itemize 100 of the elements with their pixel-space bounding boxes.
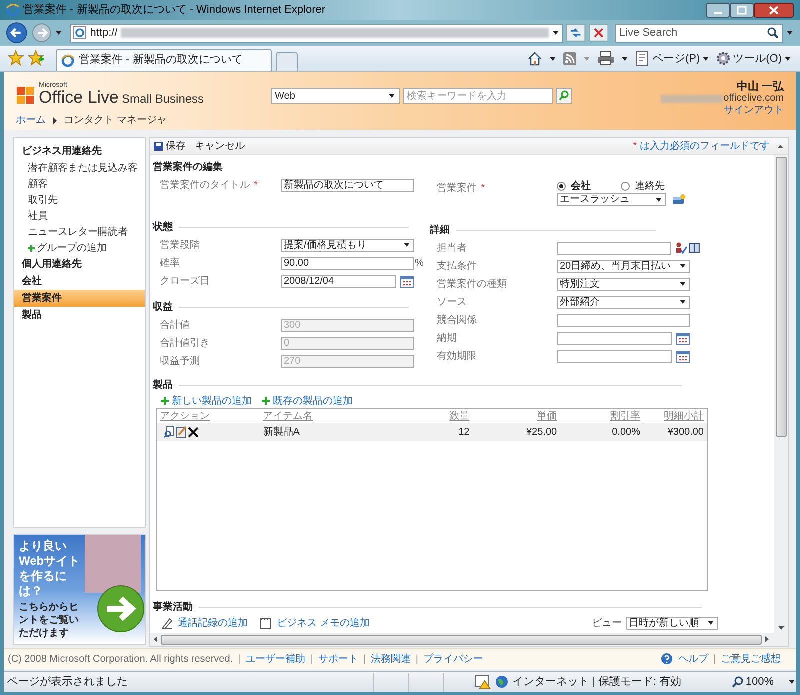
- column-header[interactable]: アクション: [160, 409, 210, 421]
- sidebar-item[interactable]: 営業案件: [14, 290, 145, 307]
- section-heading: 状態: [153, 220, 173, 234]
- person-check-icon[interactable]: [675, 242, 688, 254]
- footer-link[interactable]: 法務関連: [370, 652, 411, 666]
- delete-icon[interactable]: [188, 426, 199, 438]
- add-product-link[interactable]: 既存の製品の追加: [262, 394, 353, 408]
- help-icon[interactable]: [661, 653, 674, 665]
- search-icon[interactable]: [767, 27, 780, 39]
- breadcrumb-arrow-icon: [52, 116, 58, 124]
- search-field[interactable]: Live Search: [615, 24, 784, 42]
- input-field[interactable]: [557, 314, 690, 326]
- ad-text: こちらからヒントをご覧いただけます: [19, 601, 80, 640]
- scrollbar-thumb[interactable]: [776, 157, 786, 437]
- sidebar-item[interactable]: 取引先: [14, 192, 145, 208]
- sidebar-item[interactable]: 社員: [14, 208, 145, 224]
- add-group-link[interactable]: グループの追加: [14, 240, 145, 256]
- view-dropdown[interactable]: 日時が新しい順: [626, 616, 718, 630]
- new-item-icon[interactable]: [672, 194, 686, 206]
- calendar-icon[interactable]: [676, 332, 690, 344]
- scroll-down-icon[interactable]: [778, 626, 784, 631]
- stop-icon[interactable]: [588, 24, 608, 42]
- scroll-left-icon[interactable]: [153, 636, 158, 643]
- scroll-right-icon[interactable]: [765, 636, 770, 643]
- save-icon[interactable]: [154, 142, 163, 150]
- column-header[interactable]: 明細小計: [664, 409, 704, 421]
- maximize-icon[interactable]: [730, 2, 754, 18]
- sidebar-item[interactable]: 個人用連絡先: [14, 256, 145, 273]
- back-icon[interactable]: [6, 22, 28, 44]
- dropdown-arrow-icon[interactable]: [552, 29, 560, 37]
- input-field[interactable]: [557, 350, 672, 362]
- activity-link[interactable]: 通話記録の追加: [161, 616, 248, 630]
- sidebar-item[interactable]: 製品: [14, 307, 145, 324]
- scroll-up-icon[interactable]: [777, 144, 784, 148]
- input-field[interactable]: [557, 332, 672, 344]
- zoom-level[interactable]: 100%: [746, 674, 774, 690]
- radio-option[interactable]: 連絡先: [621, 178, 665, 194]
- dropdown[interactable]: エースラッシュ: [557, 193, 666, 206]
- footer-link[interactable]: ご意見ご感想: [721, 652, 781, 666]
- home-icon[interactable]: [527, 51, 544, 66]
- star-icon[interactable]: [8, 50, 24, 66]
- input-field[interactable]: [557, 242, 672, 254]
- table-cell-text: 0.00%: [612, 426, 640, 440]
- minimize-icon[interactable]: [706, 2, 730, 18]
- dropdown-arrow-icon[interactable]: [788, 678, 796, 686]
- input-field[interactable]: 新製品の取次について: [281, 178, 414, 192]
- add-product-link[interactable]: 新しい製品の追加: [161, 394, 252, 408]
- dropdown[interactable]: 特別注文: [557, 278, 690, 290]
- field-label: 営業段階: [159, 238, 201, 252]
- sidebar-item[interactable]: 顧客: [14, 176, 145, 192]
- breadcrumb-link[interactable]: ホーム: [16, 113, 46, 128]
- browser-tab[interactable]: 営業案件 - 新製品の取次について: [56, 49, 272, 71]
- dropdown-arrow-icon[interactable]: [55, 29, 64, 37]
- address-book-icon[interactable]: [689, 243, 700, 253]
- save-button[interactable]: 保存: [166, 138, 186, 154]
- view-icon[interactable]: [164, 426, 175, 438]
- separator: |: [363, 652, 366, 666]
- cancel-button[interactable]: キャンセル: [195, 138, 245, 154]
- footer-link[interactable]: サポート: [318, 652, 358, 666]
- dropdown-arrow-icon[interactable]: [786, 29, 794, 37]
- column-header[interactable]: 割引率: [610, 409, 640, 421]
- breadcrumb-link[interactable]: コンタクト マネージャ: [64, 113, 167, 128]
- dropdown[interactable]: 提案/価格見積もり: [281, 238, 414, 252]
- calendar-icon[interactable]: [400, 274, 414, 288]
- dropdown-arrow-icon[interactable]: [621, 54, 630, 63]
- address-bar[interactable]: http://: [70, 24, 564, 42]
- sidebar-item[interactable]: ビジネス用連絡先: [14, 143, 145, 160]
- sidebar-item[interactable]: 会社: [14, 273, 145, 290]
- ie-page-icon: [73, 26, 88, 40]
- printer-icon[interactable]: [597, 51, 616, 66]
- input-field[interactable]: 90.00: [281, 256, 414, 270]
- column-header[interactable]: 数量: [450, 409, 470, 421]
- sign-out-link[interactable]: サインアウト: [724, 105, 784, 117]
- zoom-icon[interactable]: [732, 676, 744, 688]
- dropdown[interactable]: 20日締め、当月末日払い: [557, 260, 690, 272]
- radio-option[interactable]: 会社: [557, 178, 591, 194]
- column-header[interactable]: 単価: [537, 409, 558, 421]
- column-header[interactable]: アイテム名: [263, 409, 314, 421]
- scrollbar-thumb[interactable]: [161, 634, 762, 644]
- refresh-icon[interactable]: [566, 24, 586, 42]
- input-field[interactable]: 2008/12/04: [281, 274, 396, 288]
- sidebar-item[interactable]: ニュースレター購読者: [14, 224, 145, 240]
- dropdown[interactable]: 外部紹介: [557, 296, 690, 308]
- footer-link[interactable]: ヘルプ: [678, 652, 708, 666]
- ad-banner[interactable]: より良いWebサイトを作るには？ こちらからヒントをご覧いただけます: [13, 534, 146, 645]
- search-scope-dropdown[interactable]: Web: [271, 88, 400, 104]
- sidebar-item[interactable]: 潜在顧客または見込み客: [14, 160, 145, 176]
- command-button[interactable]: ページ(P): [635, 50, 710, 67]
- activity-link[interactable]: ビジネス メモの追加: [260, 616, 370, 630]
- edit-icon[interactable]: [176, 426, 187, 438]
- dropdown-arrow-icon[interactable]: [549, 54, 558, 63]
- calendar-icon[interactable]: [676, 350, 690, 362]
- close-icon[interactable]: [754, 2, 794, 18]
- command-button[interactable]: ツール(O): [716, 50, 792, 67]
- add-favorite-icon[interactable]: [28, 50, 44, 66]
- dropdown-arrow-icon: [679, 298, 687, 306]
- footer-link[interactable]: ユーザー補助: [246, 652, 306, 666]
- logo-title: Office Live: [39, 89, 120, 106]
- feed-icon[interactable]: [563, 52, 578, 66]
- footer-link[interactable]: プライバシー: [424, 652, 484, 666]
